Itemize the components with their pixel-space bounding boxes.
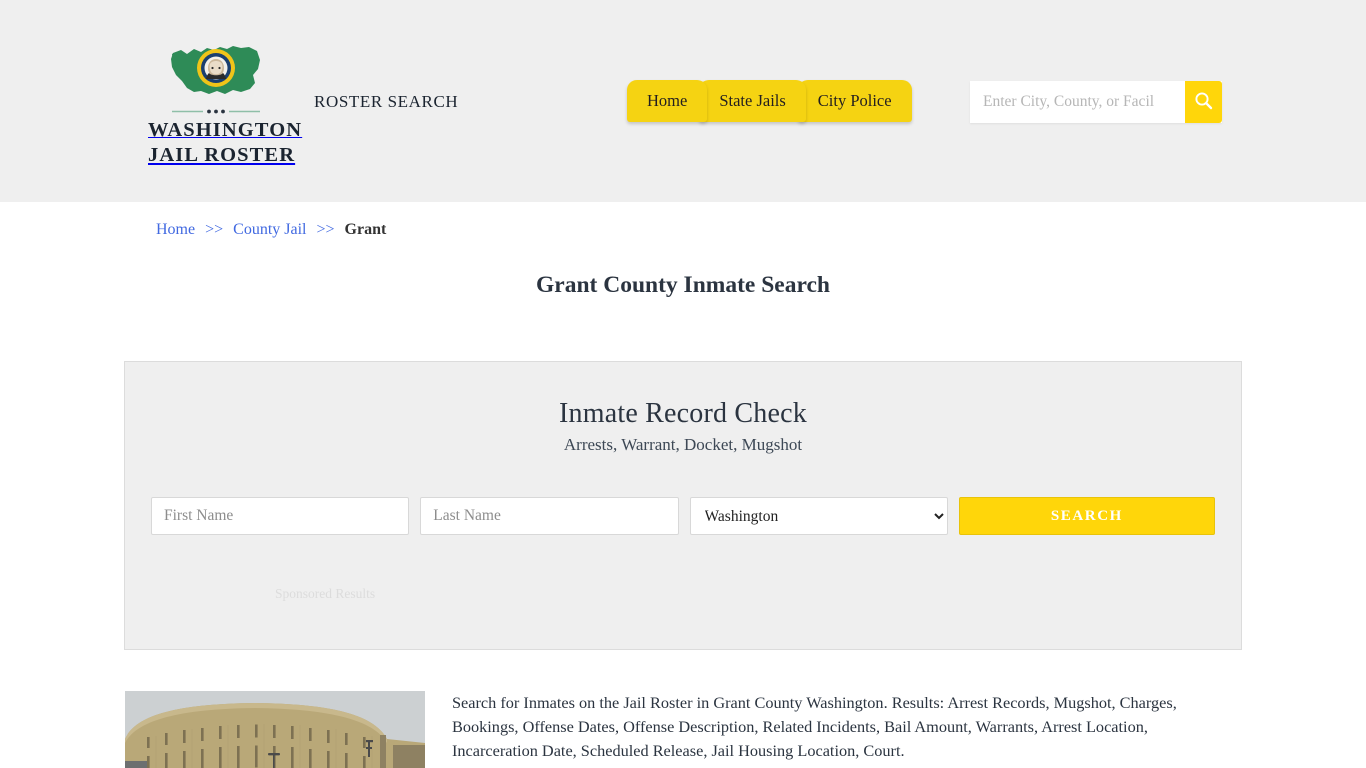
site-tagline: ROSTER SEARCH xyxy=(314,92,459,111)
breadcrumb: Home >> County Jail >> Grant xyxy=(156,221,386,239)
inmate-record-check-card: Inmate Record Check Arrests, Warrant, Do… xyxy=(124,361,1242,650)
jail-facility-photo xyxy=(125,691,425,768)
state-select[interactable]: Washington xyxy=(689,497,948,535)
header-search-button[interactable] xyxy=(1185,81,1222,123)
sponsored-results-label: Sponsored Results xyxy=(275,586,376,601)
site-logo[interactable]: WASHINGTON JAIL ROSTER xyxy=(148,42,301,168)
logo-line-2: JAIL ROSTER xyxy=(148,144,296,166)
page-title: Grant County Inmate Search xyxy=(536,272,830,298)
breadcrumb-item-current: Grant xyxy=(344,221,387,238)
nav-tab-city-police[interactable]: City Police xyxy=(797,80,912,122)
washington-state-seal-icon xyxy=(148,42,284,104)
site-header: WASHINGTON JAIL ROSTER ROSTER SEARCH Hom… xyxy=(0,0,1366,202)
ornament-divider-icon xyxy=(170,107,262,116)
nav-tab-state-jails[interactable]: State Jails xyxy=(699,80,806,122)
logo-wordmark: WASHINGTON JAIL ROSTER xyxy=(148,119,302,168)
record-check-heading: Inmate Record Check xyxy=(559,398,807,429)
first-name-input[interactable] xyxy=(151,497,410,535)
page-description: Search for Inmates on the Jail Roster in… xyxy=(452,693,1177,760)
header-search-box xyxy=(970,81,1222,123)
header-inner: WASHINGTON JAIL ROSTER ROSTER SEARCH Hom… xyxy=(0,0,1366,202)
breadcrumb-separator: >> xyxy=(316,221,335,238)
record-check-subheading: Arrests, Warrant, Docket, Mugshot xyxy=(563,435,803,454)
breadcrumb-item-home[interactable]: Home xyxy=(156,221,195,238)
inmate-search-button[interactable]: SEARCH xyxy=(958,497,1216,535)
header-search-input[interactable] xyxy=(970,81,1185,123)
breadcrumb-separator: >> xyxy=(205,221,224,238)
logo-line-1: WASHINGTON xyxy=(148,119,303,141)
main-navigation: Home State Jails City Police xyxy=(627,80,912,122)
breadcrumb-item-county-jail[interactable]: County Jail xyxy=(233,221,306,238)
last-name-input[interactable] xyxy=(420,497,679,535)
nav-tab-home[interactable]: Home xyxy=(627,80,708,122)
inmate-search-form: Washington SEARCH xyxy=(151,497,1216,535)
search-icon xyxy=(1194,91,1213,113)
